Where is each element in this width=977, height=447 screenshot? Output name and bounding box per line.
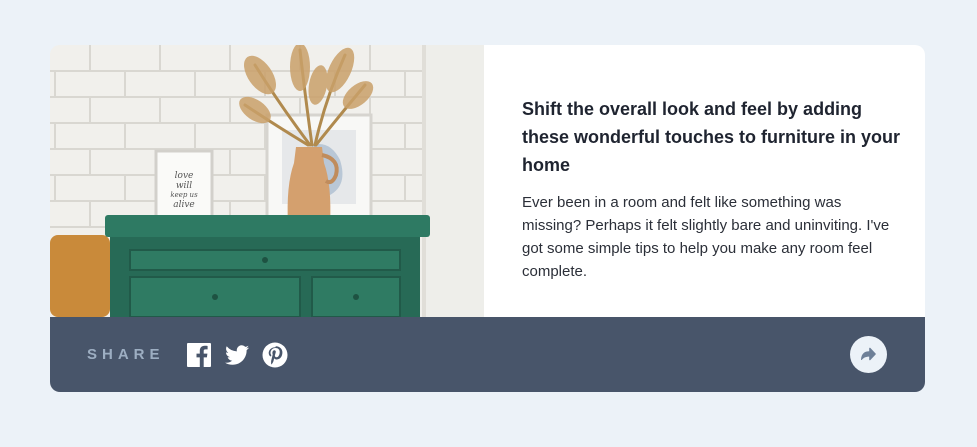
article-content: Shift the overall look and feel by addin…: [522, 95, 902, 283]
share-arrow-icon: [861, 347, 876, 361]
svg-text:alive: alive: [173, 200, 195, 210]
drawers-photo: love will keep us alive: [50, 45, 484, 317]
article-title[interactable]: Shift the overall look and feel by addin…: [522, 95, 902, 179]
svg-text:keep us: keep us: [170, 191, 198, 199]
share-button[interactable]: [850, 336, 887, 373]
pinterest-icon[interactable]: [262, 342, 288, 368]
article-description: Ever been in a room and felt like someth…: [522, 194, 890, 280]
facebook-icon[interactable]: [186, 342, 212, 368]
article-preview-card: love will keep us alive Shift the overal…: [50, 45, 925, 392]
twitter-icon[interactable]: [224, 342, 250, 368]
share-bar: SHARE: [50, 317, 925, 392]
share-label: SHARE: [87, 346, 165, 363]
svg-text:love: love: [175, 171, 194, 181]
svg-text:will: will: [176, 181, 192, 191]
